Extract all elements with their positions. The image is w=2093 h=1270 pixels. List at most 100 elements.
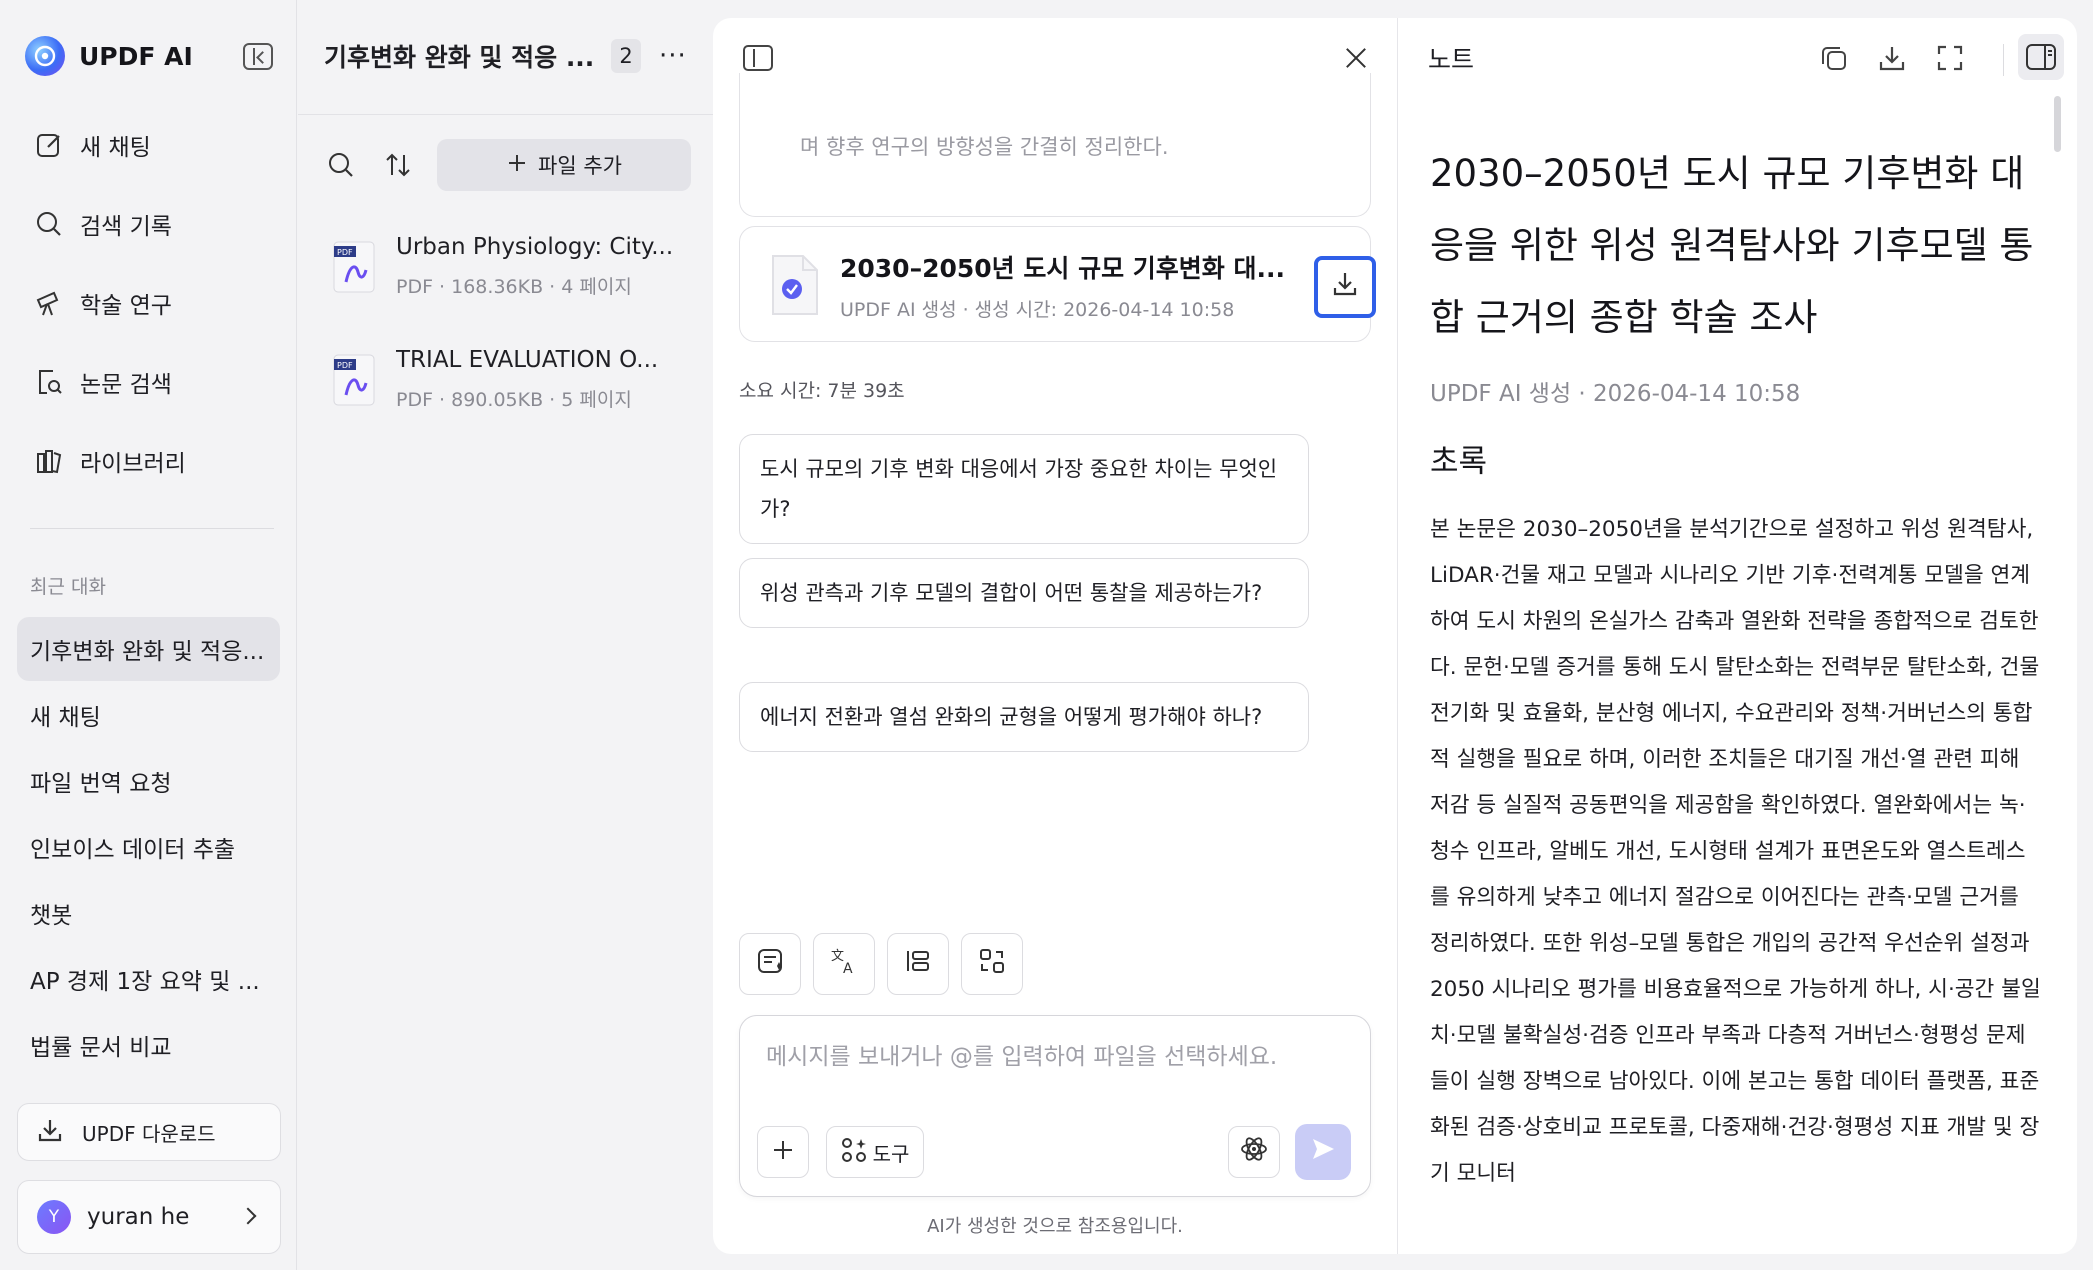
file-meta: PDF · 168.36KB · 4 페이지 <box>396 276 632 298</box>
recent-item[interactable]: 기후변화 완화 및 적응... <box>17 617 280 681</box>
send-button[interactable] <box>1295 1124 1351 1180</box>
nav-paper-search[interactable]: 논문 검색 <box>34 362 172 402</box>
recent-item[interactable]: 새 채팅 <box>17 683 280 747</box>
add-file-button[interactable]: 파일 추가 <box>437 139 691 191</box>
file-name: TRIAL EVALUATION O... <box>396 347 659 373</box>
divider <box>2003 44 2004 76</box>
conversation-title: 기후변화 완화 및 적응 ... <box>324 43 595 72</box>
panel-right-icon <box>2018 44 2064 86</box>
download-icon[interactable] <box>1876 42 1908 74</box>
svg-text:PDF: PDF <box>337 361 353 370</box>
plus-icon <box>771 1135 795 1170</box>
divider <box>30 528 274 529</box>
atom-icon <box>1239 1134 1269 1170</box>
nav-label: 학술 연구 <box>80 293 172 319</box>
file-meta: PDF · 890.05KB · 5 페이지 <box>396 389 632 411</box>
download-document-button[interactable] <box>1314 256 1376 318</box>
nav-library[interactable]: 라이브러리 <box>34 441 186 481</box>
files-header: 기후변화 완화 및 적응 ... 2 ··· <box>324 36 713 76</box>
attach-button[interactable] <box>757 1126 809 1178</box>
document-icon <box>765 252 823 320</box>
generated-document-card[interactable]: 2030–2050년 도시 규모 기후변화 대... UPDF AI 생성 · … <box>739 226 1376 342</box>
tools-icon <box>841 1137 867 1168</box>
svg-text:A: A <box>843 961 853 976</box>
sort-icon[interactable] <box>383 150 413 180</box>
updf-logo-icon <box>25 36 65 76</box>
suggested-question[interactable]: 위성 관측과 기후 모델의 결합이 어떤 통찰을 제공하는가? <box>739 558 1309 628</box>
note-meta: UPDF AI 생성 · 2026-04-14 10:58 <box>1430 381 1801 407</box>
nav-new-chat[interactable]: 새 채팅 <box>34 125 151 165</box>
search-icon[interactable] <box>326 150 356 180</box>
nav-search-history[interactable]: 검색 기록 <box>34 204 172 244</box>
file-name: Urban Physiology: City... <box>396 234 674 260</box>
suggested-question[interactable]: 도시 규모의 기후 변화 대응에서 가장 중요한 차이는 무엇인가? <box>739 434 1309 544</box>
tools-label: 도구 <box>872 1141 910 1166</box>
file-item[interactable]: PDF Urban Physiology: City... PDF · 168.… <box>332 230 702 310</box>
toggle-file-panel-icon[interactable] <box>743 45 773 71</box>
summarize-tool-button[interactable] <box>739 933 801 995</box>
fullscreen-icon[interactable] <box>1934 42 1966 74</box>
chat-panel: 며 향후 연구의 방향성을 간결히 정리한다. 2030–2050년 도시 규모… <box>713 18 1397 1254</box>
note-content: 2030–2050년 도시 규모 기후변화 대응을 위한 위성 원격탐사와 기후… <box>1430 138 2042 1197</box>
user-name: yuran he <box>87 1204 190 1230</box>
send-icon <box>1309 1135 1337 1169</box>
more-options-icon[interactable]: ··· <box>659 41 687 71</box>
left-sidebar: UPDF AI 새 채팅 검색 기록 학술 연구 논문 검색 라이브러리 최근 … <box>0 0 297 1270</box>
message-composer: 도구 <box>739 1015 1371 1197</box>
file-item[interactable]: PDF TRIAL EVALUATION O... PDF · 890.05KB… <box>332 343 702 423</box>
document-title: 2030–2050년 도시 규모 기후변화 대... <box>840 254 1285 283</box>
recent-title: 최근 대화 <box>30 576 106 598</box>
recent-item[interactable]: 법률 문서 비교 <box>17 1013 280 1077</box>
translate-tool-button[interactable]: 文A <box>813 933 875 995</box>
previous-message-card: 며 향후 연구의 방향성을 간결히 정리한다. <box>739 73 1371 217</box>
nav-label: 새 채팅 <box>80 135 151 161</box>
telescope-icon <box>34 288 64 318</box>
translate-icon: 文A <box>829 946 859 982</box>
section-heading: 초록 <box>1430 444 1488 480</box>
tools-button[interactable]: 도구 <box>826 1126 924 1178</box>
copy-icon[interactable] <box>1818 42 1850 74</box>
search-icon <box>34 209 64 239</box>
recent-item[interactable]: AP 경제 1장 요약 및 ... <box>17 947 280 1011</box>
suggested-question[interactable]: 에너지 전환과 열섬 완화의 균형을 어떻게 평가해야 하나? <box>739 682 1309 752</box>
rewrite-icon <box>977 946 1007 982</box>
note-heading: 2030–2050년 도시 규모 기후변화 대응을 위한 위성 원격탐사와 기후… <box>1430 152 2034 339</box>
message-input[interactable] <box>766 1044 1346 1070</box>
toggle-note-panel-button[interactable] <box>2018 34 2064 80</box>
pdf-file-icon: PDF <box>332 353 376 407</box>
elapsed-time: 소요 시간: 7분 39초 <box>739 380 905 402</box>
svg-text:PDF: PDF <box>337 248 353 257</box>
nav-label: 라이브러리 <box>80 451 186 477</box>
outline-icon <box>903 946 933 982</box>
brand-name: UPDF AI <box>79 41 193 71</box>
recent-item[interactable]: 인보이스 데이터 추출 <box>17 815 280 879</box>
divider <box>298 114 713 115</box>
download-label: UPDF 다운로드 <box>82 1121 216 1146</box>
updf-download-button[interactable]: UPDF 다운로드 <box>17 1103 281 1161</box>
recent-item[interactable]: 챗봇 <box>17 881 280 945</box>
edit-icon <box>34 130 64 160</box>
close-icon[interactable] <box>1341 43 1371 73</box>
model-select-button[interactable] <box>1228 1126 1280 1178</box>
explain-tool-button[interactable] <box>887 933 949 995</box>
user-profile[interactable]: Y yuran he <box>17 1180 281 1254</box>
recent-item[interactable]: 파일 번역 요청 <box>17 749 280 813</box>
file-count-badge: 2 <box>611 39 641 73</box>
document-meta: UPDF AI 생성 · 생성 시간: 2026-04-14 10:58 <box>840 299 1235 321</box>
chevron-right-icon <box>239 1207 257 1225</box>
add-file-label: 파일 추가 <box>538 154 622 178</box>
nav-label: 논문 검색 <box>80 372 172 398</box>
brand[interactable]: UPDF AI <box>25 36 193 76</box>
rewrite-tool-button[interactable] <box>961 933 1023 995</box>
pdf-file-icon: PDF <box>332 240 376 294</box>
note-panel: 노트 2030–2050년 도시 규모 기후변화 대응을 위한 위성 원격탐사와… <box>1397 18 2077 1254</box>
collapse-sidebar-icon[interactable] <box>243 43 273 70</box>
scrollbar[interactable] <box>2054 96 2061 152</box>
download-icon <box>36 1116 64 1149</box>
document-search-icon <box>34 367 64 397</box>
download-icon <box>1330 269 1360 305</box>
ai-disclaimer: AI가 생성한 것으로 참조용입니다. <box>927 1216 1183 1237</box>
file-panel: 기후변화 완화 및 적응 ... 2 ··· 파일 추가 PDF Urban P… <box>298 0 713 1270</box>
nav-academic-research[interactable]: 학술 연구 <box>34 283 172 323</box>
avatar: Y <box>37 1200 71 1234</box>
